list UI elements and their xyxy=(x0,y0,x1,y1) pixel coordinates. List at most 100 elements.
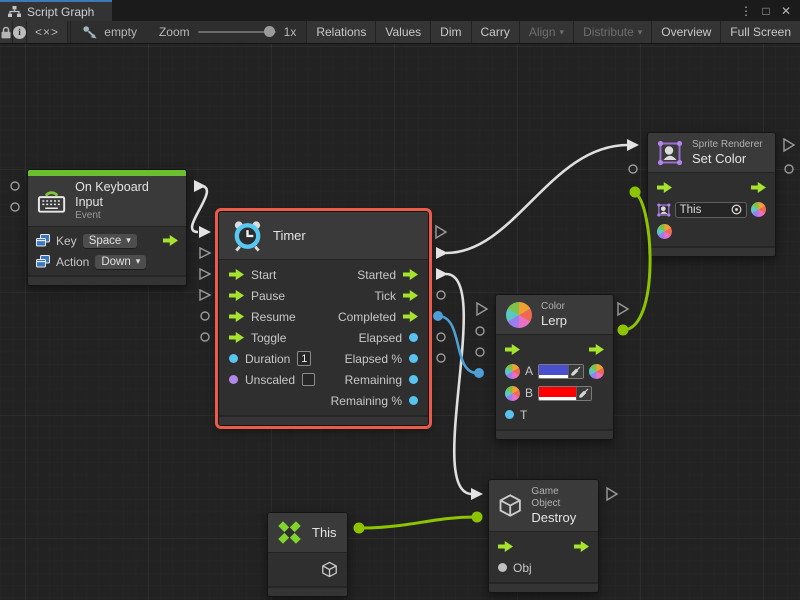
port-marker-lerp-a[interactable] xyxy=(476,327,484,335)
eyedropper-button[interactable] xyxy=(576,387,591,400)
port-marker-setcolor-color-in[interactable] xyxy=(630,187,641,198)
port-marker-timer-start[interactable] xyxy=(199,226,211,238)
dim-button[interactable]: Dim xyxy=(430,21,470,43)
wire-this-to-destroy-obj[interactable] xyxy=(360,517,475,528)
tab-script-graph[interactable]: Script Graph xyxy=(0,0,112,21)
timer-pause-port[interactable]: Pause xyxy=(229,289,285,303)
relations-button[interactable]: Relations xyxy=(306,21,375,43)
flow-in-port[interactable] xyxy=(657,182,672,193)
node-subtitle: Event xyxy=(75,210,177,222)
overview-button[interactable]: Overview xyxy=(651,21,720,43)
timer-start-port[interactable]: Start xyxy=(229,268,276,282)
object-picker-icon[interactable] xyxy=(731,204,742,215)
port-marker-lerp-flow-out[interactable] xyxy=(618,303,628,315)
node-timer[interactable]: Timer Start Started Pause Tick Resume Co… xyxy=(218,211,429,426)
port-label: Started xyxy=(357,268,396,282)
port-marker-timer-tick[interactable] xyxy=(436,247,448,259)
port-marker-lerp-b[interactable] xyxy=(476,348,484,356)
port-marker-destroy-obj[interactable] xyxy=(472,512,483,523)
color-out-port[interactable] xyxy=(751,202,766,217)
timer-remaining-port[interactable]: Remaining xyxy=(345,373,418,387)
unscaled-checkbox[interactable] xyxy=(302,373,315,386)
timer-unscaled-port[interactable]: Unscaled xyxy=(229,373,315,387)
port-marker-timer-remaining[interactable] xyxy=(437,333,445,341)
timer-toggle-port[interactable]: Toggle xyxy=(229,331,286,345)
port-marker-timer-toggle[interactable] xyxy=(200,290,210,300)
port-marker-timer-pause[interactable] xyxy=(200,248,210,258)
color-out-port[interactable] xyxy=(589,364,604,379)
port-marker-lerp-t[interactable] xyxy=(474,368,484,378)
port-marker-timer-elapsed[interactable] xyxy=(437,291,445,299)
timer-completed-port[interactable]: Completed xyxy=(338,310,418,324)
port-marker-setcolor-out[interactable] xyxy=(785,165,793,173)
port-marker-keyboard-action[interactable] xyxy=(11,203,19,211)
port-marker-timer-resume[interactable] xyxy=(200,269,210,279)
port-marker-keyboard-trigger-out[interactable] xyxy=(194,180,206,192)
values-button[interactable]: Values xyxy=(375,21,430,43)
timer-duration-port[interactable]: Duration1 xyxy=(229,351,311,366)
carry-button[interactable]: Carry xyxy=(471,21,519,43)
node-set-color[interactable]: Sprite Renderer Set Color xyxy=(647,132,776,257)
flow-out-port[interactable] xyxy=(751,182,766,193)
flow-in-port[interactable] xyxy=(505,344,520,355)
graph-canvas[interactable]: On Keyboard Input Event Key Space ▾ xyxy=(0,44,800,600)
color-in-port[interactable] xyxy=(657,224,672,239)
color-b-swatch[interactable] xyxy=(539,387,576,400)
flow-in-port[interactable] xyxy=(498,541,513,552)
port-marker-this-out[interactable] xyxy=(354,523,365,534)
wire-elapsedpct-to-lerp-t[interactable] xyxy=(438,316,477,373)
node-this[interactable]: This xyxy=(267,512,348,597)
port-marker-timer-remaining-pct[interactable] xyxy=(437,354,445,362)
timer-resume-port[interactable]: Resume xyxy=(229,310,296,324)
port-marker-lerp-flow-in[interactable] xyxy=(477,303,487,315)
zoom-slider[interactable] xyxy=(198,31,276,33)
port-marker-timer-elapsed-pct[interactable] xyxy=(433,311,443,321)
timer-remaining-pct-port[interactable]: Remaining % xyxy=(331,394,418,408)
flow-out-port[interactable] xyxy=(589,344,604,355)
color-a-swatch[interactable] xyxy=(539,365,568,378)
timer-started-port[interactable]: Started xyxy=(357,268,418,282)
port-label: Elapsed xyxy=(359,331,402,345)
distribute-button[interactable]: Distribute ▾ xyxy=(573,21,651,43)
port-marker-timer-duration[interactable] xyxy=(201,312,209,320)
color-a-field[interactable] xyxy=(538,364,584,379)
key-dropdown[interactable]: Space ▾ xyxy=(83,234,137,248)
target-object-field[interactable]: This xyxy=(675,202,747,218)
eyedropper-button[interactable] xyxy=(568,365,583,378)
port-marker-lerp-color-out[interactable] xyxy=(618,325,629,336)
action-dropdown[interactable]: Down ▾ xyxy=(95,255,146,269)
port-marker-setcolor-flow-out[interactable] xyxy=(784,139,794,151)
port-marker-setcolor-target[interactable] xyxy=(629,165,637,173)
lock-button[interactable] xyxy=(0,21,13,43)
window-menu-icon[interactable]: ⋮ xyxy=(738,4,754,18)
wire-tick-to-setcolor[interactable] xyxy=(446,145,628,253)
game-object-out-port[interactable] xyxy=(321,561,338,578)
port-label: Toggle xyxy=(251,331,286,345)
flow-out-port[interactable] xyxy=(574,541,589,552)
port-marker-keyboard-key[interactable] xyxy=(11,182,19,190)
align-button[interactable]: Align ▾ xyxy=(519,21,573,43)
node-destroy[interactable]: Game Object Destroy Obj xyxy=(488,479,599,593)
window-close-icon[interactable]: ✕ xyxy=(778,4,794,18)
timer-tick-port[interactable]: Tick xyxy=(374,289,418,303)
port-marker-timer-started[interactable] xyxy=(436,226,446,238)
timer-elapsed-port[interactable]: Elapsed xyxy=(359,331,418,345)
zoom-slider-handle[interactable] xyxy=(264,26,275,37)
port-marker-timer-completed[interactable] xyxy=(436,268,448,280)
inspect-button[interactable]: i xyxy=(13,21,27,43)
wire-completed-to-destroy[interactable] xyxy=(446,274,472,494)
node-on-keyboard-input[interactable]: On Keyboard Input Event Key Space ▾ xyxy=(27,169,187,286)
port-marker-timer-unscaled[interactable] xyxy=(201,333,209,341)
wire-keyboard-to-timer-start[interactable] xyxy=(192,186,207,232)
duration-input[interactable]: 1 xyxy=(297,351,311,366)
fullscreen-button[interactable]: Full Screen xyxy=(720,21,800,43)
port-marker-destroy-flow-out[interactable] xyxy=(607,488,617,500)
trigger-out-port[interactable] xyxy=(163,235,178,246)
code-view-button[interactable]: <×> xyxy=(27,21,68,43)
node-color-lerp[interactable]: Color Lerp A xyxy=(495,294,614,440)
port-marker-destroy-flow-in[interactable] xyxy=(471,488,483,500)
window-maximize-icon[interactable]: □ xyxy=(758,4,774,18)
color-b-field[interactable] xyxy=(538,386,592,401)
port-marker-setcolor-flow-in[interactable] xyxy=(627,139,639,151)
timer-elapsed-pct-port[interactable]: Elapsed % xyxy=(345,352,418,366)
